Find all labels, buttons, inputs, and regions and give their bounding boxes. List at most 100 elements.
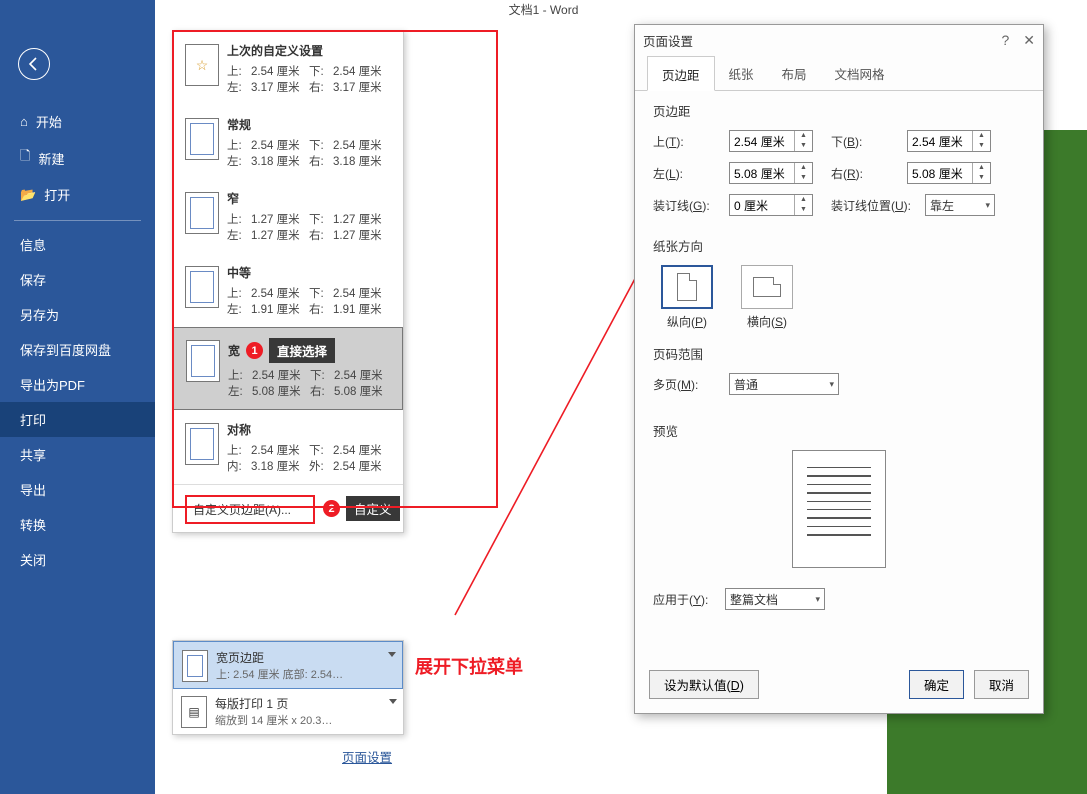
tab-paper[interactable]: 纸张 <box>715 56 768 91</box>
spin-up-icon[interactable]: ▲ <box>973 163 990 173</box>
select-multipage[interactable]: 普通▾ <box>729 373 839 395</box>
page-setup-link[interactable]: 页面设置 <box>342 747 392 766</box>
margin-title: 中等 <box>227 264 391 281</box>
nav-print[interactable]: 打印 <box>0 402 155 437</box>
arrow-left-icon <box>26 56 42 72</box>
ok-button[interactable]: 确定 <box>909 670 964 699</box>
spin-up-icon[interactable]: ▲ <box>795 131 812 141</box>
nav-saveas[interactable]: 另存为 <box>0 297 155 332</box>
orientation-portrait[interactable]: 纵向(P) <box>661 265 713 330</box>
spin-up-icon[interactable]: ▲ <box>795 163 812 173</box>
nav-share[interactable]: 共享 <box>0 437 155 472</box>
label-top: 上(T): <box>653 133 725 150</box>
margin-thumb-icon <box>186 340 220 382</box>
annotation-direct-select: 直接选择 <box>269 338 335 363</box>
nav-home[interactable]: ⌂开始 <box>0 104 155 139</box>
label-right: 右(R): <box>831 165 903 182</box>
spin-down-icon[interactable]: ▼ <box>795 173 812 183</box>
nav-baidupan[interactable]: 保存到百度网盘 <box>0 332 155 367</box>
file-menu-sidebar: ⌂开始 🗋新建 📂打开 信息 保存 另存为 保存到百度网盘 导出为PDF 打印 … <box>0 0 155 794</box>
orientation-label: 横向(S) <box>741 313 793 330</box>
margin-title: 宽 <box>228 342 240 359</box>
orientation-label: 纵向(P) <box>661 313 713 330</box>
margin-thumb-icon <box>185 192 219 234</box>
nav-open[interactable]: 📂打开 <box>0 177 155 212</box>
setting-detail: 上: 2.54 厘米 底部: 2.54… <box>216 666 343 682</box>
input-left[interactable]: ▲▼ <box>729 162 813 184</box>
file-icon: 🗋 <box>20 147 30 169</box>
margins-item-wide[interactable]: 宽 1 直接选择 上:2.54 厘米下:2.54 厘米 左:5.08 厘米右:5… <box>173 327 403 410</box>
dialog-title: 页面设置 <box>643 31 693 50</box>
tab-layout[interactable]: 布局 <box>768 56 821 91</box>
folder-open-icon: 📂 <box>20 187 36 203</box>
margin-title: 窄 <box>227 190 391 207</box>
margin-thumb-icon <box>182 650 208 682</box>
annotation-arrow-icon <box>450 250 650 620</box>
label-bottom: 下(B): <box>831 133 903 150</box>
close-button[interactable]: ✕ <box>1023 32 1035 49</box>
spin-up-icon[interactable]: ▲ <box>973 131 990 141</box>
spin-down-icon[interactable]: ▼ <box>973 173 990 183</box>
spin-down-icon[interactable]: ▼ <box>795 205 812 215</box>
margins-item-moderate[interactable]: 中等 上:2.54 厘米下:2.54 厘米 左:1.91 厘米右:1.91 厘米 <box>173 253 403 327</box>
chevron-down-icon <box>389 699 397 704</box>
nav-exportpdf[interactable]: 导出为PDF <box>0 367 155 402</box>
setting-label: 每版打印 1 页 <box>215 695 332 712</box>
input-bottom[interactable]: ▲▼ <box>907 130 991 152</box>
margins-item-narrow[interactable]: 窄 上:1.27 厘米下:1.27 厘米 左:1.27 厘米右:1.27 厘米 <box>173 179 403 253</box>
input-gutter[interactable]: ▲▼ <box>729 194 813 216</box>
app-titlebar: 文档1 - Word <box>0 0 1087 20</box>
margins-item-mirror[interactable]: 对称 上:2.54 厘米下:2.54 厘米 内:3.18 厘米外:2.54 厘米 <box>173 410 403 484</box>
nav-close[interactable]: 关闭 <box>0 542 155 577</box>
section-heading-pagerange: 页码范围 <box>653 344 1025 363</box>
chevron-down-icon: ▾ <box>829 379 834 390</box>
input-top[interactable]: ▲▼ <box>729 130 813 152</box>
margin-title: 常规 <box>227 116 391 133</box>
spin-down-icon[interactable]: ▼ <box>973 141 990 151</box>
chevron-down-icon: ▾ <box>815 594 820 605</box>
setting-detail: 缩放到 14 厘米 x 20.3… <box>215 712 332 728</box>
section-heading-orientation: 纸张方向 <box>653 236 1025 255</box>
spin-down-icon[interactable]: ▼ <box>795 141 812 151</box>
dialog-tabs: 页边距 纸张 布局 文档网格 <box>635 55 1043 91</box>
margins-item-normal[interactable]: 常规 上:2.54 厘米下:2.54 厘米 左:3.18 厘米右:3.18 厘米 <box>173 105 403 179</box>
setting-margins-dropdown[interactable]: 宽页边距 上: 2.54 厘米 底部: 2.54… <box>173 641 403 689</box>
select-gutterpos[interactable]: 靠左▾ <box>925 194 995 216</box>
nav-info[interactable]: 信息 <box>0 227 155 262</box>
nav-divider <box>14 220 141 221</box>
custom-margins-link[interactable]: 自定义页边距(A)... <box>185 495 315 524</box>
label-left: 左(L): <box>653 165 725 182</box>
label-multipage: 多页(M): <box>653 376 725 393</box>
dialog-titlebar: 页面设置 ? ✕ <box>635 25 1043 55</box>
margins-item-lastcustom[interactable]: 上次的自定义设置 上:2.54 厘米下:2.54 厘米 左:3.17 厘米右:3… <box>173 31 403 105</box>
cancel-button[interactable]: 取消 <box>974 670 1029 699</box>
help-button[interactable]: ? <box>1001 32 1009 49</box>
preview-thumbnail <box>792 450 886 568</box>
set-default-button[interactable]: 设为默认值(D) <box>649 670 759 699</box>
orientation-landscape[interactable]: 横向(S) <box>741 265 793 330</box>
home-icon: ⌂ <box>20 114 28 129</box>
chevron-down-icon: ▾ <box>985 200 990 211</box>
annotation-badge-1: 1 <box>246 342 263 359</box>
nav-convert[interactable]: 转换 <box>0 507 155 542</box>
nav-new[interactable]: 🗋新建 <box>0 139 155 177</box>
page-setup-dialog: 页面设置 ? ✕ 页边距 纸张 布局 文档网格 页边距 上(T): ▲▼ 下(B… <box>634 24 1044 714</box>
tab-margins[interactable]: 页边距 <box>647 56 715 91</box>
select-applyto[interactable]: 整篇文档▾ <box>725 588 825 610</box>
setting-label: 宽页边距 <box>216 649 343 666</box>
margin-title: 上次的自定义设置 <box>227 42 391 59</box>
annotation-expand-dropdown: 展开下拉菜单 <box>415 653 523 679</box>
tab-grid[interactable]: 文档网格 <box>821 56 899 91</box>
back-button[interactable] <box>18 48 50 80</box>
setting-pages-per-sheet[interactable]: ▤ 每版打印 1 页 缩放到 14 厘米 x 20.3… <box>173 689 403 734</box>
margin-thumb-icon <box>185 423 219 465</box>
input-right[interactable]: ▲▼ <box>907 162 991 184</box>
spin-up-icon[interactable]: ▲ <box>795 195 812 205</box>
margin-title: 对称 <box>227 421 391 438</box>
nav-save[interactable]: 保存 <box>0 262 155 297</box>
chevron-down-icon <box>388 652 396 657</box>
label-gutterpos: 装订线位置(U): <box>831 197 921 214</box>
margin-thumb-icon <box>185 44 219 86</box>
nav-export[interactable]: 导出 <box>0 472 155 507</box>
label-gutter: 装订线(G): <box>653 197 725 214</box>
